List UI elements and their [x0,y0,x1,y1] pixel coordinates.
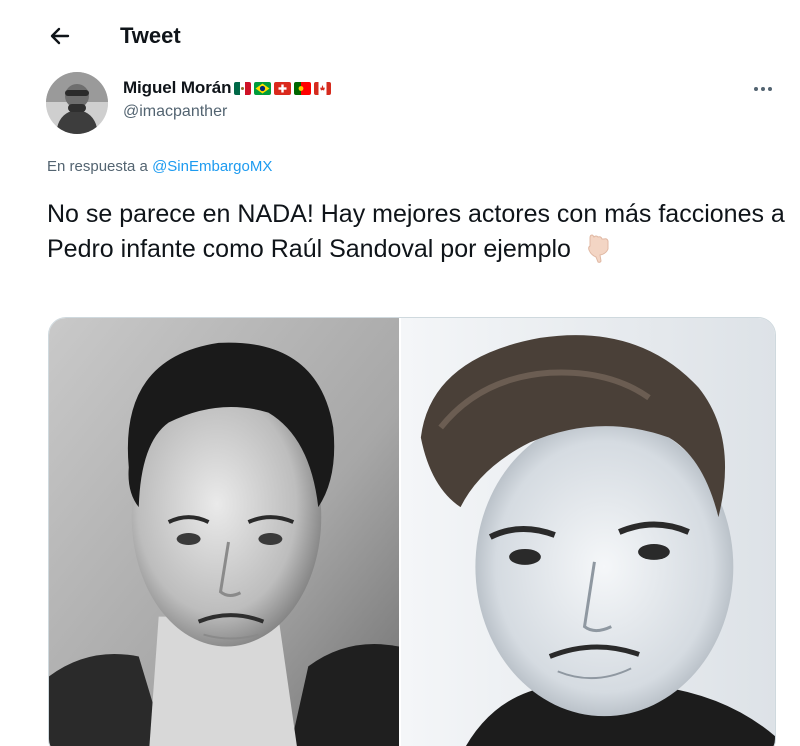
tweet-page: Tweet Miguel Morán @imacpanther En respu… [0,0,800,746]
switzerland-flag-icon [274,81,292,95]
reply-context: En respuesta a @SinEmbargoMX [47,158,272,175]
portrait-photo-left[interactable] [49,318,400,746]
tweet-text: No se parece en NADA! Hay mejores actore… [47,197,787,273]
author-name-row: Miguel Morán [123,78,332,98]
brazil-flag-icon [254,81,272,95]
avatar[interactable] [46,72,108,134]
page-title: Tweet [120,23,181,48]
portrait-photo-right[interactable] [399,318,775,746]
arrow-left-icon[interactable] [44,20,76,52]
tweet-media[interactable] [48,317,776,746]
canada-flag-icon [314,81,332,95]
tweet-body: No se parece en NADA! Hay mejores actore… [47,200,785,263]
pointing-down-hand-icon [586,233,612,273]
reply-mention-link[interactable]: @SinEmbargoMX [152,158,272,175]
more-horizontal-icon[interactable] [748,78,778,100]
reply-prefix: En respuesta a [47,158,148,175]
mexico-flag-icon [234,81,252,95]
header: Tweet [0,0,800,62]
author-name[interactable]: Miguel Morán [123,78,231,98]
author-handle[interactable]: @imacpanther [123,103,227,121]
portugal-flag-icon [294,81,312,95]
